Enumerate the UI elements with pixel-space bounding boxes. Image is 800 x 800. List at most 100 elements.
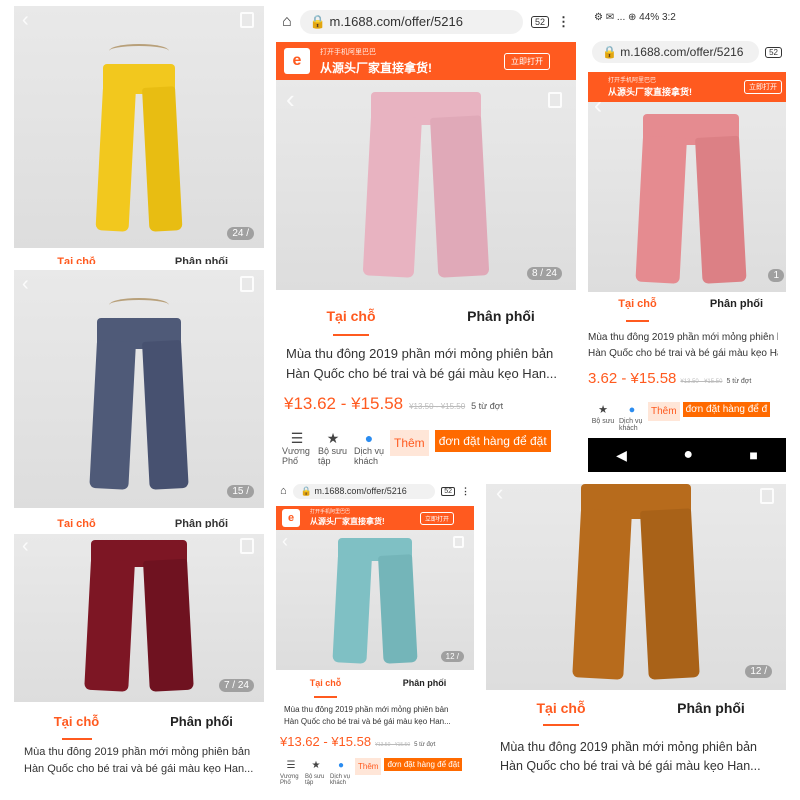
chevron-left-icon[interactable]: ‹ (22, 536, 29, 556)
gallery-icon[interactable] (548, 92, 562, 108)
home-icon[interactable]: ⌂ (280, 485, 287, 497)
service-label: Dịch vụ khách (354, 446, 385, 466)
product-photo[interactable]: ‹ 12 / (486, 484, 786, 690)
gallery-icon[interactable] (453, 536, 464, 548)
home-icon[interactable]: ⌂ (282, 13, 292, 31)
collection-button[interactable]: ★ Bộ sưu tập (318, 430, 348, 466)
service-button[interactable]: ● Dịch vụ khách (619, 402, 645, 432)
nav-recent-icon[interactable]: ■ (749, 447, 757, 463)
service-button[interactable]: ● Dịch vụ khách (330, 758, 352, 786)
nav-back-icon[interactable]: ◀ (616, 447, 627, 464)
action-bar: ☰ Vương Phố ★ Bộ sưu tập ● Dịch vụ khách Th… (280, 758, 470, 786)
chat-icon: ● (364, 430, 374, 446)
gallery-icon[interactable] (240, 12, 254, 28)
add-button[interactable]: Thêm (648, 402, 680, 421)
open-app-button[interactable]: 立即打开 (419, 512, 454, 525)
chevron-left-icon[interactable]: ‹ (22, 10, 29, 30)
product-title: Mùa thu đông 2019 phần mới mỏng phiên bả… (284, 704, 466, 729)
leggings-pink (362, 92, 490, 278)
url-field[interactable]: 🔒 m.1688.com/offer/5216 (299, 10, 523, 34)
add-button[interactable]: Thêm (355, 758, 382, 775)
tabs-count[interactable]: 52 (441, 486, 455, 496)
service-button[interactable]: ● Dịch vụ khách (354, 430, 384, 466)
tab-distribution[interactable]: Phân phối (139, 518, 264, 528)
app-banner[interactable]: e 打开手机阿里巴巴 从源头厂家直接拿货! 立即打开 (276, 42, 576, 80)
price: 3.62 - ¥15.58 (588, 370, 677, 387)
add-button[interactable]: Thêm (390, 430, 429, 456)
tab-local[interactable]: Tại chỗ (588, 298, 687, 322)
chevron-left-icon[interactable]: ‹ (22, 274, 29, 294)
product-title-line: Mùa thu đông 2019 phần mới mỏng phiên bả… (24, 746, 251, 758)
gallery-icon[interactable] (760, 488, 774, 504)
lock-icon: 🔒 (300, 485, 312, 496)
tab-local[interactable]: Tại chỗ (14, 714, 139, 740)
tabs-count[interactable]: 52 (530, 16, 549, 28)
open-app-button[interactable]: 立即打开 (744, 80, 782, 94)
tab-local[interactable]: Tại chỗ (486, 700, 636, 726)
product-photo[interactable]: ‹ 24 / (14, 6, 264, 248)
place-order-button[interactable]: đơn đặt hàng để đặt (434, 430, 551, 452)
tab-distribution[interactable]: Phân phối (687, 298, 786, 316)
chevron-left-icon[interactable]: ‹ (496, 484, 503, 504)
product-title: Mùa thu đông 2019 phần mới mỏng phiên bả… (24, 744, 256, 778)
product-photo[interactable]: ‹ 15 / (14, 270, 264, 508)
url-field[interactable]: 🔒 m.1688.com/offer/5216 (592, 41, 760, 63)
url-field[interactable]: 🔒 m.1688.com/offer/5216 (292, 483, 436, 499)
banner-subtitle: 打开手机阿里巴巴 (320, 49, 376, 56)
tab-distribution[interactable]: Phân phối (375, 678, 474, 692)
chevron-left-icon[interactable]: ‹ (594, 102, 602, 118)
tab-local[interactable]: Tại chỗ (14, 518, 139, 528)
tab-local[interactable]: Tại chỗ (14, 256, 139, 264)
old-price: ¥13.50 - ¥15.50 (680, 379, 723, 385)
tab-distribution[interactable]: Phân phối (139, 714, 264, 734)
gallery-icon[interactable] (240, 276, 254, 292)
leggings-leg (142, 340, 189, 490)
product-photo[interactable]: ‹ 7 / 24 (14, 534, 264, 702)
tab-distribution[interactable]: Phân phối (139, 256, 264, 264)
tab-bar: Tại chỗ Phân phối (276, 308, 576, 336)
app-banner[interactable]: e 打开手机阿里巴巴 从源头厂家直接拿货! 立即打开 (276, 506, 474, 530)
store-button[interactable]: ☰ Vương Phố (280, 758, 302, 786)
product-title-line: Mùa thu đông 2019 phần mới mỏng phiên bả… (286, 346, 554, 361)
chevron-left-icon[interactable]: ‹ (286, 86, 295, 112)
open-app-button[interactable]: 立即打开 (504, 53, 550, 70)
tab-local[interactable]: Tại chỗ (276, 678, 375, 698)
hanger (109, 44, 169, 58)
panel-navy: ‹ 15 / Tại chỗ Phân phối (14, 270, 264, 528)
leggings-leg (362, 115, 422, 278)
tabs-count[interactable]: 52 (765, 46, 782, 58)
banner-title: 从源头厂家直接拿货! (310, 517, 385, 526)
more-vert-icon[interactable]: ⋮ (461, 486, 470, 497)
url-text: m.1688.com/offer/5216 (314, 485, 407, 496)
nav-home-icon[interactable]: ● (683, 446, 693, 464)
chevron-left-icon[interactable]: ‹ (282, 532, 288, 550)
collection-button[interactable]: ★ Bộ sưu tập (305, 758, 327, 786)
place-order-button[interactable]: đơn đặt hàng để đặt (384, 758, 463, 771)
tab-distribution[interactable]: Phân phối (426, 308, 576, 330)
product-title-line: Hàn Quốc cho bé trai và bé gái màu kẹo H… (24, 763, 254, 776)
product-title-line: Mùa thu đông 2019 phần mới mỏng phiên bả… (284, 705, 449, 714)
url-text: m.1688.com/offer/5216 (329, 14, 463, 29)
tab-local[interactable]: Tại chỗ (276, 308, 426, 336)
tab-distribution[interactable]: Phân phối (636, 700, 786, 720)
product-photo[interactable]: ‹ 12 / (276, 530, 474, 670)
collection-button[interactable]: ★ Bộ sưu (590, 402, 616, 425)
image-counter: 24 / (227, 227, 254, 240)
price-row: ¥13.62 - ¥15.58 ¥13.50 - ¥15.50 5 từ đợt (284, 394, 568, 414)
leggings-leg (84, 558, 136, 692)
service-label: Dịch vụ khách (330, 774, 351, 786)
banner-subtitle: 打开手机阿里巴巴 (310, 509, 351, 515)
banner-subtitle: 打开手机阿里巴巴 (608, 78, 657, 84)
product-photo[interactable]: ‹ 8 / 24 (276, 80, 576, 290)
browser-url-bar: ⌂ 🔒 m.1688.com/offer/5216 52 ⋮ (276, 480, 474, 502)
product-photo[interactable]: ‹ 1 (588, 102, 786, 292)
more-vert-icon[interactable]: ⋮ (557, 14, 570, 30)
price-row: ¥13.62 - ¥15.58 ¥13.50 - ¥15.50 5 từ đợt (280, 734, 466, 749)
app-banner[interactable]: 打开手机阿里巴巴 从源头厂家直接拿货! 立即打开 (588, 72, 786, 102)
service-label: Dịch vụ khách (619, 418, 643, 432)
collection-label: Bộ sưu tập (318, 446, 348, 466)
gallery-icon[interactable] (240, 538, 254, 554)
leggings-leg (95, 85, 137, 232)
store-button[interactable]: ☰ Vương Phố (282, 430, 312, 466)
place-order-button[interactable]: đơn đặt hàng để đ (682, 402, 771, 417)
